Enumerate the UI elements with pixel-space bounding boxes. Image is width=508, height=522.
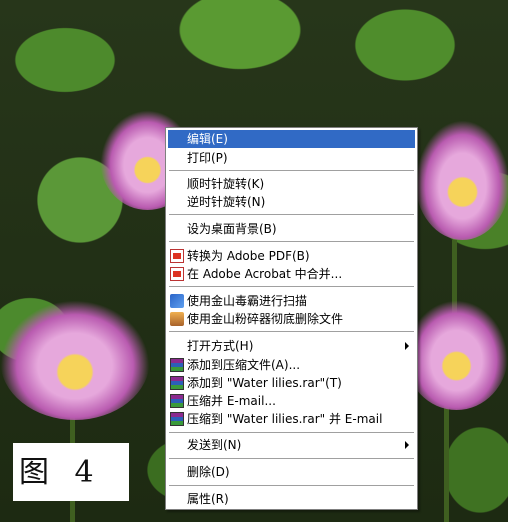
menu-item-rotate-clockwise[interactable]: 顺时针旋转(K)	[168, 175, 415, 193]
menu-item-label: 设为桌面背景(B)	[187, 222, 277, 236]
menu-item-antivirus-scan[interactable]: 使用金山毒霸进行扫描	[168, 292, 415, 310]
menu-item-label: 添加到压缩文件(A)...	[187, 358, 301, 372]
menu-item-label: 顺时针旋转(K)	[187, 177, 265, 191]
menu-item-add-to-named-rar[interactable]: 添加到 "Water lilies.rar"(T)	[168, 374, 415, 392]
menu-separator	[169, 170, 414, 171]
menu-item-label: 打印(P)	[187, 151, 228, 165]
menu-item-label: 编辑(E)	[187, 132, 228, 146]
context-menu: 编辑(E) 打印(P) 顺时针旋转(K) 逆时针旋转(N) 设为桌面背景(B) …	[165, 127, 418, 510]
menu-item-convert-to-pdf[interactable]: 转换为 Adobe PDF(B)	[168, 247, 415, 265]
shredder-icon	[170, 312, 184, 326]
menu-item-label: 使用金山粉碎器彻底删除文件	[187, 312, 344, 326]
menu-item-open-with[interactable]: 打开方式(H)	[168, 337, 415, 355]
pdf-icon	[170, 267, 184, 281]
menu-item-label: 删除(D)	[187, 465, 230, 479]
menu-item-edit[interactable]: 编辑(E)	[168, 130, 415, 148]
menu-separator	[169, 485, 414, 486]
menu-item-label: 打开方式(H)	[187, 339, 254, 353]
rar-icon	[170, 358, 184, 372]
lily-flower	[415, 120, 508, 240]
rar-icon	[170, 412, 184, 426]
menu-item-label: 发送到(N)	[187, 438, 242, 452]
menu-item-merge-in-acrobat[interactable]: 在 Adobe Acrobat 中合并...	[168, 265, 415, 283]
rar-icon	[170, 394, 184, 408]
menu-item-print[interactable]: 打印(P)	[168, 149, 415, 167]
menu-item-label: 在 Adobe Acrobat 中合并...	[187, 267, 343, 281]
figure-caption: 图 4	[19, 455, 102, 490]
lily-stem	[444, 390, 449, 522]
menu-item-label: 压缩并 E-mail...	[187, 394, 276, 408]
menu-item-properties[interactable]: 属性(R)	[168, 490, 415, 508]
menu-item-compress-to-rar-and-email[interactable]: 压缩到 "Water lilies.rar" 并 E-mail	[168, 410, 415, 428]
menu-item-label: 转换为 Adobe PDF(B)	[187, 249, 310, 263]
menu-item-add-to-archive[interactable]: 添加到压缩文件(A)...	[168, 356, 415, 374]
lily-flower	[0, 300, 150, 420]
menu-item-compress-and-email[interactable]: 压缩并 E-mail...	[168, 392, 415, 410]
menu-separator	[169, 331, 414, 332]
submenu-arrow-icon	[405, 441, 409, 449]
submenu-arrow-icon	[405, 342, 409, 350]
menu-item-shred-file[interactable]: 使用金山粉碎器彻底删除文件	[168, 310, 415, 328]
menu-item-label: 使用金山毒霸进行扫描	[187, 294, 308, 308]
menu-item-rotate-counterclockwise[interactable]: 逆时针旋转(N)	[168, 193, 415, 211]
rar-icon	[170, 376, 184, 390]
menu-separator	[169, 286, 414, 287]
figure-caption-box: 图 4	[13, 443, 129, 501]
menu-item-label: 压缩到 "Water lilies.rar" 并 E-mail	[187, 412, 383, 426]
lily-flower	[405, 300, 508, 410]
menu-separator	[169, 458, 414, 459]
menu-item-label: 属性(R)	[187, 492, 229, 506]
menu-item-delete[interactable]: 删除(D)	[168, 463, 415, 481]
menu-separator	[169, 214, 414, 215]
menu-separator	[169, 432, 414, 433]
menu-item-set-desktop-background[interactable]: 设为桌面背景(B)	[168, 220, 415, 238]
antivirus-scan-icon	[170, 294, 184, 308]
pdf-icon	[170, 249, 184, 263]
menu-item-label: 逆时针旋转(N)	[187, 195, 266, 209]
menu-item-label: 添加到 "Water lilies.rar"(T)	[187, 376, 342, 390]
menu-separator	[169, 241, 414, 242]
menu-item-send-to[interactable]: 发送到(N)	[168, 436, 415, 454]
